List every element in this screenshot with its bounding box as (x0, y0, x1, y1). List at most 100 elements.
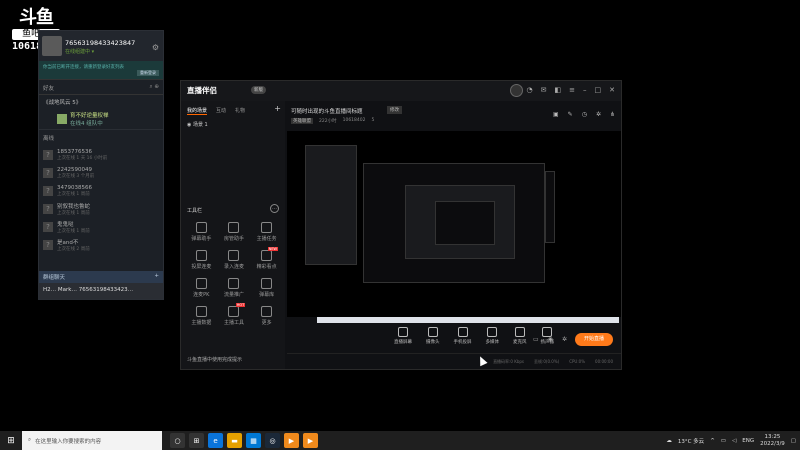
widgets-icon[interactable]: ⊞ (189, 433, 204, 448)
version-badge[interactable]: 新版 (251, 86, 266, 94)
friend-list-item[interactable]: ? 是and不 上次在线 2 周前 (39, 236, 163, 254)
room-id: 10618402 (342, 118, 366, 123)
tool-label: 弹幕库 (259, 292, 275, 298)
weather-icon[interactable]: ☁ (666, 438, 672, 444)
source-control-label: 多媒体 (485, 340, 500, 345)
tool-icon (195, 306, 207, 317)
tab-scenes[interactable]: 我的场景 (187, 107, 208, 115)
tool-label: 弹幕助手 (191, 236, 212, 242)
tool-button[interactable]: 弹幕助手 (185, 222, 218, 242)
friend-list-item[interactable]: ? 3479038566 上次在线 1 周前 (39, 182, 163, 200)
add-friend-icon[interactable]: ⊕ (154, 84, 159, 90)
avatar[interactable] (42, 36, 62, 56)
chat-tab[interactable]: H2… Mark… 76563198433423… (39, 283, 163, 299)
tab-interact[interactable]: 互动 (216, 107, 226, 115)
group-chat-bar[interactable]: 群组聊天 + (39, 271, 163, 283)
tool-button[interactable]: 弹幕库 (250, 278, 283, 298)
scene-item[interactable]: ◉ 场景 1 (181, 118, 285, 131)
folder-icon[interactable]: ▬ (227, 433, 242, 448)
menu-icon[interactable]: ≡ (569, 86, 575, 94)
stream-preview[interactable] (287, 131, 621, 317)
preview-nested-scroll (545, 171, 555, 243)
gift-icon[interactable]: ▣ (553, 111, 559, 118)
tool-label: 精彩看点 (256, 264, 277, 270)
room-category[interactable]: 英雄联盟 (291, 118, 313, 124)
tool-button[interactable]: 主播工具 HOT (218, 303, 251, 326)
tool-icon (195, 250, 207, 261)
notification-icon[interactable]: ▢ (791, 438, 796, 444)
clock-icon[interactable]: ◷ (582, 111, 587, 118)
streamer-app-icon[interactable]: ▶ (303, 433, 318, 448)
more-tools-icon[interactable]: … (270, 204, 279, 213)
tab-gifts[interactable]: 礼物 (235, 107, 245, 115)
weather-text[interactable]: 13°C 多云 (678, 437, 704, 445)
offline-section-label[interactable]: 离线 (39, 129, 163, 146)
friend-avatar: ? (43, 168, 53, 178)
user-status[interactable]: 在线组建中 ▾ (65, 48, 94, 55)
eye-icon[interactable]: ◉ (548, 336, 553, 343)
tool-button[interactable]: 精彩看点 NEW (250, 247, 283, 270)
go-live-button[interactable]: 开始直播 (575, 333, 613, 346)
edit-icon[interactable]: ✎ (568, 111, 573, 118)
game-entry[interactable]: 育不好逆量权禅 在线4 组队中 (57, 109, 163, 129)
windows-start-icon[interactable]: ⊞ (0, 436, 22, 446)
friend-list-item[interactable]: ? 1853776536 上次在线 1 天 16 小时前 (39, 146, 163, 164)
gear-icon[interactable]: ✲ (562, 336, 567, 343)
tool-button[interactable]: 投屏连麦 (185, 250, 218, 270)
task-view-icon[interactable]: ○ (170, 433, 185, 448)
add-scene-icon[interactable]: + (274, 104, 281, 113)
settings-icon[interactable]: ✲ (596, 111, 601, 118)
edge-icon[interactable]: e (208, 433, 223, 448)
edit-title-button[interactable]: 修改 (387, 106, 402, 114)
friend-avatar: ? (43, 150, 53, 160)
gear-icon[interactable]: ⚙ (152, 43, 159, 52)
bottom-tip: 斗鱼直播中使用完成提示 (187, 357, 243, 363)
taskbar-search[interactable]: ⌕ 在这里输入你要搜索的内容 (22, 431, 162, 450)
steam-icon[interactable]: ◎ (265, 433, 280, 448)
eye-icon[interactable]: ◉ (187, 122, 191, 128)
close-icon[interactable]: ✕ (609, 86, 615, 94)
relogin-button[interactable]: 重新登录 (137, 70, 159, 76)
friend-list-item[interactable]: ? 2242590049 上次在线 3 个月前 (39, 164, 163, 182)
friend-list-item[interactable]: ? 鬼鬼哒 上次在线 1 周前 (39, 218, 163, 236)
friends-bar: 好友 ⌕ ⊕ (39, 79, 163, 95)
preview-nested-window-deep (435, 201, 495, 245)
status-item: 直播码率:0 Kbps (493, 359, 525, 364)
maximize-icon[interactable]: □ (595, 86, 602, 94)
mail-icon[interactable]: ✉ (541, 86, 547, 94)
language-indicator[interactable]: ENG (742, 438, 754, 444)
skin-icon[interactable]: ◧ (555, 86, 562, 94)
app-titlebar: 直播伴侣 新版 ◔ ✉ ◧ ≡ – □ ✕ (181, 81, 621, 101)
tool-button[interactable]: 连麦PK (185, 278, 218, 298)
tool-icon (228, 278, 240, 289)
tool-button[interactable]: 主播数据 (185, 306, 218, 326)
network-icon[interactable]: ▭ (721, 438, 726, 444)
douyu-icon[interactable]: ▶ (284, 433, 299, 448)
user-avatar[interactable] (510, 84, 523, 97)
username[interactable]: 76563198433423847 (65, 39, 135, 47)
tool-button[interactable]: 更多 (250, 306, 283, 326)
chevron-up-icon[interactable]: ^ (710, 438, 715, 444)
search-icon[interactable]: ⌕ (150, 84, 153, 90)
add-icon[interactable]: + (154, 273, 159, 279)
tool-button[interactable]: 房管助手 (218, 222, 251, 242)
friend-list-item[interactable]: ? 别叙我也鲁蛇 上次在线 1 周前 (39, 200, 163, 218)
scene-label: 场景 1 (192, 122, 208, 128)
clock-time: 13:25 (764, 433, 781, 440)
tool-badge: HOT (235, 303, 246, 307)
camera-icon[interactable]: ▭ (533, 336, 539, 343)
share-icon[interactable]: ⋔ (610, 111, 615, 118)
tool-button[interactable]: 录入连麦 (218, 250, 251, 270)
tool-button[interactable]: 流量推广 (218, 278, 251, 298)
room-hours: 222小时 (319, 119, 337, 124)
store-icon[interactable]: ▦ (246, 433, 261, 448)
tool-label: 连麦PK (193, 292, 210, 298)
tool-button[interactable]: 主播任务 (250, 222, 283, 242)
game-group-label[interactable]: 《战地风云 5》 (39, 95, 163, 109)
minimize-icon[interactable]: – (583, 86, 587, 94)
tool-icon (195, 222, 207, 233)
volume-icon[interactable]: ◁ (732, 438, 736, 444)
bell-icon[interactable]: ◔ (527, 86, 533, 94)
tool-badge: NEW (267, 247, 278, 251)
clock[interactable]: 13:25 2022/3/9 (760, 434, 785, 448)
